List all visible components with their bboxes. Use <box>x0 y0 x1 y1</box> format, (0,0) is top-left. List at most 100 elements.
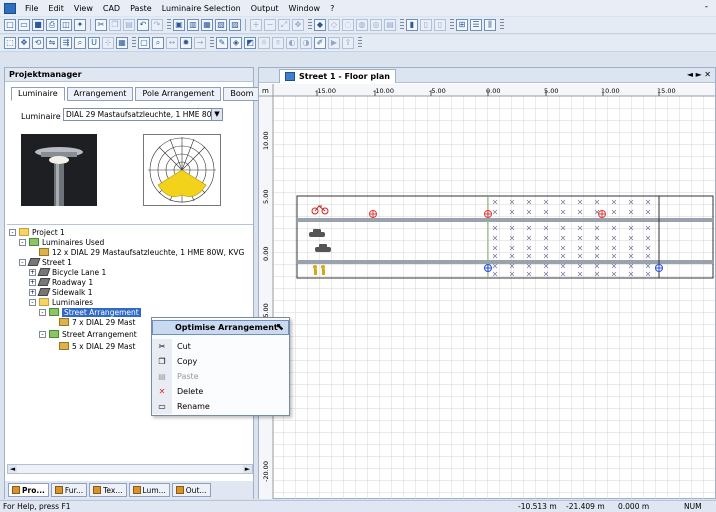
expand-icon[interactable]: + <box>29 268 36 276</box>
expand-icon[interactable]: + <box>29 278 36 286</box>
scroll-right-icon[interactable]: ► <box>243 465 252 473</box>
menu-cad[interactable]: CAD <box>98 4 125 13</box>
tree-item-street[interactable]: - Street 1 <box>19 257 72 267</box>
collapse-icon[interactable]: - <box>9 228 16 236</box>
luminaire-select[interactable]: DIAL 29 Mastaufsatzleuchte, 1 HME 80W ▼ <box>63 108 223 121</box>
magnet-icon[interactable]: U <box>88 37 100 49</box>
isoline-icon[interactable]: ◌ <box>342 19 354 31</box>
tree-item-arrangement-luminaires-2[interactable]: 5 x DIAL 29 Mast <box>59 341 136 351</box>
texture-icon[interactable]: ◩ <box>244 37 256 49</box>
output-next-icon[interactable]: ▯ <box>420 19 432 31</box>
menu-view[interactable]: View <box>69 4 98 13</box>
zoom-fit-icon[interactable]: ⤢ <box>278 19 290 31</box>
tree-horizontal-scrollbar[interactable]: ◄ ► <box>7 464 253 474</box>
tab-navigation[interactable]: ◄ ► ✕ <box>687 70 711 79</box>
redo-icon[interactable]: ↷ <box>151 19 163 31</box>
export-icon[interactable]: ⇪ <box>342 37 354 49</box>
grid-view-icon[interactable]: ▨ <box>229 19 241 31</box>
animation-icon[interactable]: ▶ <box>328 37 340 49</box>
tab-boom[interactable]: Boom <box>223 87 261 101</box>
menu-luminaire-selection[interactable]: Luminaire Selection <box>157 4 246 13</box>
floor-plan-drawing[interactable]: m -15.00 -10.00 -5.00 0.00 5.00 10.00 15.00 10… <box>259 84 715 499</box>
view-3d-icon[interactable]: ▣ <box>173 19 185 31</box>
window-layout-icon[interactable]: ⊞ <box>456 19 468 31</box>
undo-icon[interactable]: ↶ <box>137 19 149 31</box>
collapse-icon[interactable]: - <box>19 238 26 246</box>
save-icon[interactable]: ■ <box>32 19 44 31</box>
toolbar-grip[interactable] <box>358 37 362 49</box>
move-icon[interactable]: ✥ <box>18 37 30 49</box>
light-icon[interactable]: ✹ <box>180 37 192 49</box>
brush-icon[interactable]: ✐ <box>314 37 326 49</box>
menu-item-optimise-arrangement[interactable]: Optimise Arrangement ⬉ <box>152 320 289 335</box>
print-icon[interactable]: ⎙ <box>46 19 58 31</box>
light-scene-icon[interactable]: ☼ <box>258 37 270 49</box>
menu-file[interactable]: File <box>20 4 43 13</box>
tree-item-arrangement-luminaires-1[interactable]: 7 x DIAL 29 Mast <box>59 317 136 327</box>
paste-icon[interactable]: ▤ <box>123 19 135 31</box>
toolbar-grip[interactable] <box>210 37 214 49</box>
luminaire-marker[interactable] <box>598 210 606 218</box>
menu-edit[interactable]: Edit <box>43 4 69 13</box>
expand-icon[interactable]: + <box>29 288 36 296</box>
tree-item-project[interactable]: - Project 1 <box>9 227 65 237</box>
collapse-icon[interactable]: - <box>19 258 26 266</box>
tree-item-sidewalk[interactable]: + Sidewalk 1 <box>29 287 93 297</box>
menu-paste[interactable]: Paste <box>125 4 157 13</box>
tab-floor-plan[interactable]: Street 1 - Floor plan <box>279 69 396 83</box>
output-icon[interactable]: ▮ <box>406 19 418 31</box>
measure-icon[interactable]: ↔ <box>166 37 178 49</box>
copy-icon[interactable]: ❐ <box>109 19 121 31</box>
menu-help[interactable]: ? <box>325 4 339 13</box>
window-list-icon[interactable]: ☰ <box>470 19 482 31</box>
side-view-icon[interactable]: ▦ <box>201 19 213 31</box>
tab-arrangement[interactable]: Arrangement <box>66 87 134 101</box>
tree-item-roadway[interactable]: + Roadway 1 <box>29 277 93 287</box>
menu-item-cut[interactable]: ✂ Cut <box>152 339 289 354</box>
app-icon[interactable] <box>4 2 16 14</box>
fill-icon[interactable]: ◈ <box>230 37 242 49</box>
arrow-icon[interactable]: → <box>194 37 206 49</box>
tree-item-luminaire-type[interactable]: 12 x DIAL 29 Mastaufsatzleuchte, 1 HME 8… <box>39 247 244 257</box>
grid-snap-icon[interactable]: ▦ <box>116 37 128 49</box>
calculate-icon[interactable]: ◆ <box>314 19 326 31</box>
print-preview-icon[interactable]: ◫ <box>60 19 72 31</box>
window-columns-icon[interactable]: ⫼ <box>484 19 496 31</box>
toolbar-grip[interactable] <box>308 19 312 31</box>
menu-item-copy[interactable]: ❐ Copy <box>152 354 289 369</box>
front-view-icon[interactable]: ▧ <box>215 19 227 31</box>
tab-furniture[interactable]: Fur... <box>50 483 88 497</box>
menu-item-delete[interactable]: ✕ Delete <box>152 384 289 399</box>
render-icon[interactable]: ◐ <box>286 37 298 49</box>
open-icon[interactable]: ▭ <box>18 19 30 31</box>
menu-item-paste[interactable]: ▤ Paste <box>152 369 289 384</box>
scroll-left-icon[interactable]: ◄ <box>8 465 17 473</box>
mirror-icon[interactable]: ⇋ <box>46 37 58 49</box>
window-icon[interactable]: ▢ <box>138 37 150 49</box>
output-prev-icon[interactable]: ▯ <box>434 19 446 31</box>
luminaire-marker[interactable] <box>484 264 492 272</box>
tab-outputs[interactable]: Out... <box>171 483 211 497</box>
copy-along-line-icon[interactable]: ⇶ <box>60 37 72 49</box>
search-icon[interactable]: ⌕ <box>152 37 164 49</box>
false-color-icon[interactable]: ◎ <box>370 19 382 31</box>
zoom-in-icon[interactable]: + <box>250 19 262 31</box>
collapse-icon[interactable]: - <box>39 330 46 338</box>
tree-item-luminaires[interactable]: - Luminaires <box>29 297 93 307</box>
wizard-icon[interactable]: ✦ <box>74 19 86 31</box>
toolbar-grip[interactable] <box>400 19 404 31</box>
luminaire-marker[interactable] <box>484 210 492 218</box>
menu-output[interactable]: Output <box>246 4 284 13</box>
collapse-icon[interactable]: - <box>29 298 36 306</box>
tab-luminaires[interactable]: Lum... <box>128 483 170 497</box>
new-icon[interactable]: □ <box>4 19 16 31</box>
raytrace-icon[interactable]: ◑ <box>300 37 312 49</box>
result-icon[interactable]: ◇ <box>328 19 340 31</box>
tab-luminaire[interactable]: Luminaire <box>11 87 65 101</box>
rotate-icon[interactable]: ⟲ <box>32 37 44 49</box>
tree-item-street-arrangement-2[interactable]: - Street Arrangement <box>39 329 137 339</box>
select-icon[interactable]: ⬚ <box>4 37 16 49</box>
tab-textures[interactable]: Tex... <box>89 483 127 497</box>
snap-icon[interactable]: ⊹ <box>102 37 114 49</box>
floor-plan-canvas[interactable]: m -15.00 -10.00 -5.00 0.00 5.00 10.00 15.00 10… <box>259 84 715 499</box>
